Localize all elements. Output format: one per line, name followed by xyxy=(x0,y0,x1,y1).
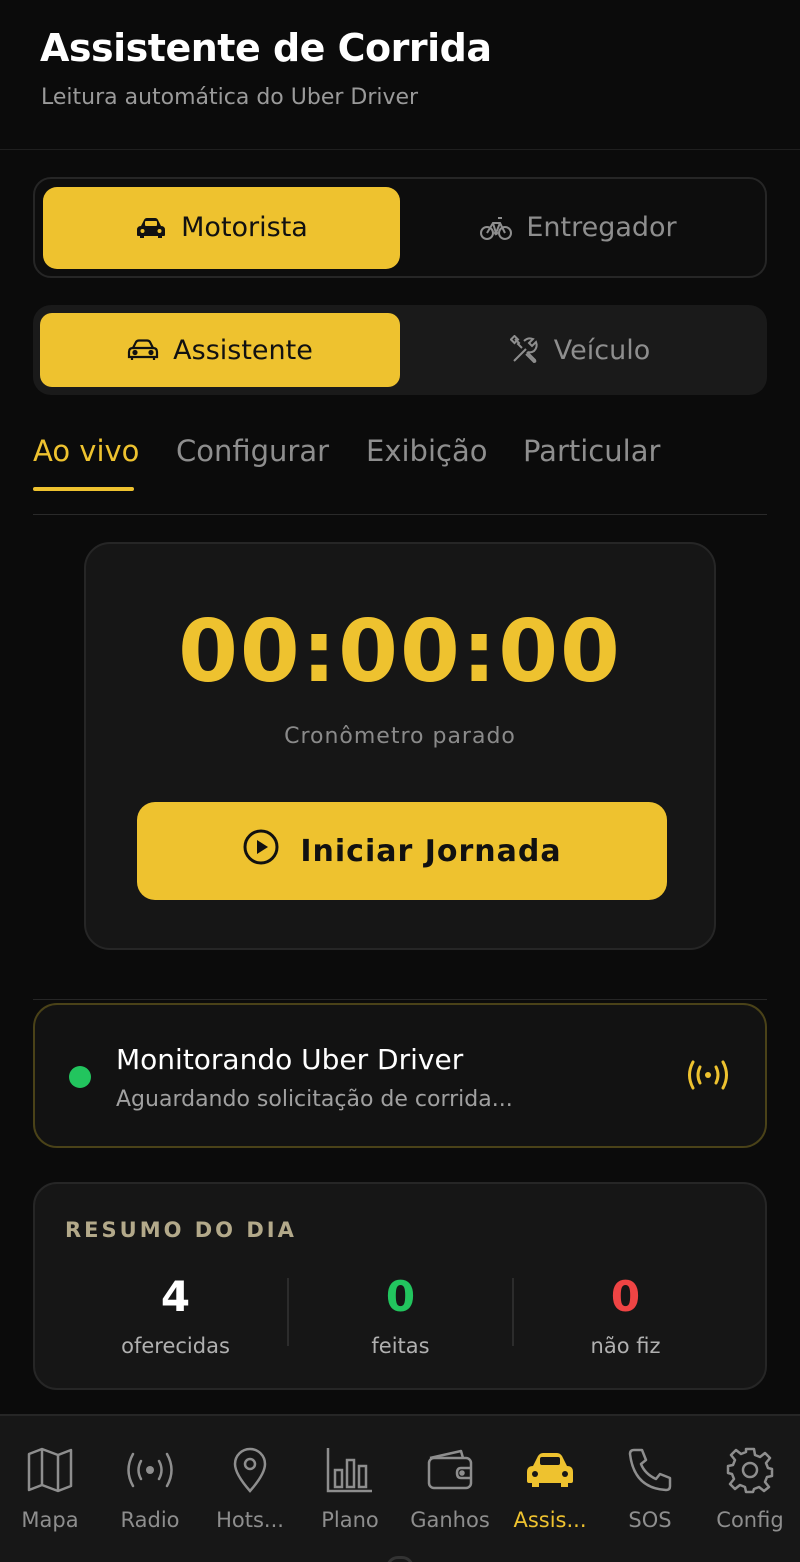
nav-item-radio[interactable]: Radio xyxy=(100,1446,200,1532)
active-tab-indicator xyxy=(33,487,134,491)
monitor-title: Monitorando Uber Driver xyxy=(116,1043,464,1076)
stat-label: não fiz xyxy=(590,1334,661,1358)
stat-value: 4 xyxy=(160,1272,191,1321)
tab-ao-vivo[interactable]: Ao vivo xyxy=(33,434,139,468)
stat-done: 0 feitas xyxy=(288,1272,513,1358)
section-option-label: Veículo xyxy=(553,334,651,366)
bar-chart-icon xyxy=(300,1446,400,1494)
phone-icon xyxy=(600,1446,700,1494)
tab-bar: Ao vivo Configurar Exibição Particular xyxy=(33,420,767,515)
tools-icon xyxy=(509,335,540,365)
status-dot xyxy=(69,1066,91,1088)
radio-icon xyxy=(100,1446,200,1494)
play-circle-icon xyxy=(242,828,280,874)
nav-item-plano[interactable]: Plano xyxy=(300,1446,400,1532)
nav-label: Assis... xyxy=(513,1508,587,1532)
nav-label: Mapa xyxy=(21,1508,79,1532)
summary-title: RESUMO DO DIA xyxy=(65,1218,297,1242)
nav-item-hotspots[interactable]: Hots... xyxy=(200,1446,300,1532)
start-journey-button[interactable]: Iniciar Jornada xyxy=(137,802,667,900)
section-option-label: Assistente xyxy=(173,334,313,366)
section-option-assistente[interactable]: Assistente xyxy=(40,313,400,387)
nav-item-assistente[interactable]: Assis... xyxy=(500,1446,600,1532)
nav-label: Ganhos xyxy=(410,1508,490,1532)
monitor-status-card: Monitorando Uber Driver Aguardando solic… xyxy=(33,1003,767,1148)
nav-item-config[interactable]: Config xyxy=(700,1446,800,1532)
tab-exibicao[interactable]: Exibição xyxy=(366,434,487,468)
timer-status: Cronômetro parado xyxy=(284,724,516,749)
location-pin-icon xyxy=(200,1446,300,1494)
stat-value: 0 xyxy=(610,1272,641,1321)
stat-label: feitas xyxy=(371,1334,430,1358)
bottom-nav: Mapa Radio Hots... Plano Ganhos Assis... xyxy=(0,1414,800,1562)
section-divider xyxy=(33,999,767,1000)
stat-not-done: 0 não fiz xyxy=(513,1272,738,1358)
bicycle-icon xyxy=(480,215,513,241)
page-subtitle: Leitura automática do Uber Driver xyxy=(41,85,419,110)
gear-icon xyxy=(700,1446,800,1494)
daily-summary-card: RESUMO DO DIA 4 oferecidas 0 feitas 0 nã… xyxy=(33,1182,767,1390)
section-selector: Assistente Veículo xyxy=(33,305,767,395)
nav-label: SOS xyxy=(628,1508,672,1532)
map-icon xyxy=(0,1446,100,1494)
section-option-veiculo[interactable]: Veículo xyxy=(400,313,760,387)
car-outline-icon xyxy=(127,339,159,361)
monitor-subtitle: Aguardando solicitação de corrida... xyxy=(116,1087,513,1112)
mode-option-label: Motorista xyxy=(181,212,308,243)
mode-option-motorista[interactable]: Motorista xyxy=(43,186,400,269)
car-icon xyxy=(500,1446,600,1494)
mode-option-entregador[interactable]: Entregador xyxy=(400,187,757,269)
nav-label: Config xyxy=(716,1508,784,1532)
nav-item-mapa[interactable]: Mapa xyxy=(0,1446,100,1532)
nav-label: Plano xyxy=(321,1508,379,1532)
app-header: Assistente de Corrida Leitura automática… xyxy=(0,0,800,150)
tab-particular[interactable]: Particular xyxy=(523,434,660,468)
tab-configurar[interactable]: Configurar xyxy=(176,434,329,468)
stat-offered: 4 oferecidas xyxy=(63,1272,288,1358)
start-journey-label: Iniciar Jornada xyxy=(300,833,562,869)
timer-display: 00:00:00 xyxy=(178,602,622,702)
nav-item-sos[interactable]: SOS xyxy=(600,1446,700,1532)
nav-label: Radio xyxy=(120,1508,180,1532)
nav-label: Hots... xyxy=(216,1508,284,1532)
page-title: Assistente de Corrida xyxy=(40,26,492,70)
stat-value: 0 xyxy=(385,1272,416,1321)
car-icon xyxy=(135,217,167,239)
mode-option-label: Entregador xyxy=(526,212,677,243)
wallet-icon xyxy=(400,1446,500,1494)
timer-card: 00:00:00 Cronômetro parado Iniciar Jorna… xyxy=(84,542,716,950)
broadcast-icon xyxy=(683,1057,733,1097)
mode-selector: Motorista Entregador xyxy=(33,177,767,278)
stat-label: oferecidas xyxy=(121,1334,230,1358)
nav-item-ganhos[interactable]: Ganhos xyxy=(400,1446,500,1532)
